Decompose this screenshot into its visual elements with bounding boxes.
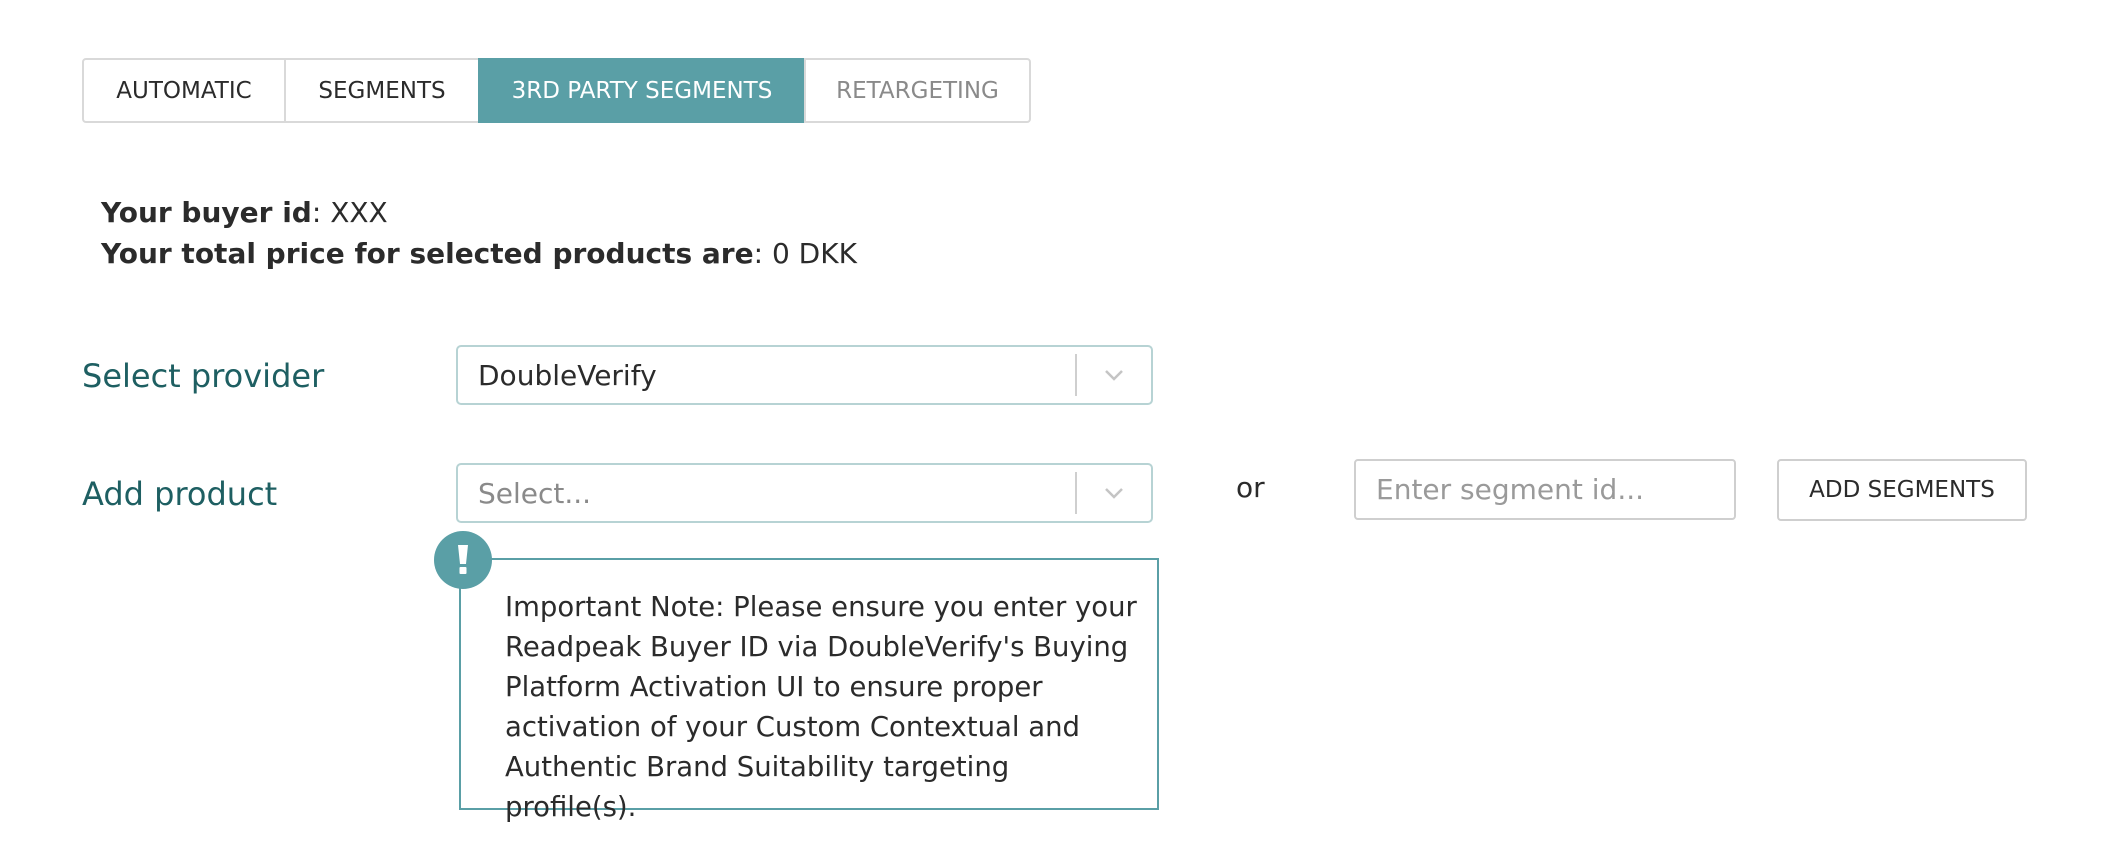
provider-select[interactable]: DoubleVerify (456, 345, 1153, 405)
buyer-id-value: : XXX (311, 196, 388, 229)
provider-select-value: DoubleVerify (478, 358, 657, 392)
add-product-label: Add product (82, 475, 278, 513)
product-select[interactable]: Select... (456, 463, 1153, 523)
add-segments-button[interactable]: ADD SEGMENTS (1777, 459, 2027, 521)
segment-id-input[interactable] (1354, 459, 1736, 520)
buyer-id-label: Your buyer id (101, 196, 312, 229)
targeting-tabs: AUTOMATIC SEGMENTS 3RD PARTY SEGMENTS RE… (82, 58, 1031, 123)
total-price-line: Your total price for selected products a… (101, 233, 857, 274)
exclamation-icon (434, 531, 492, 589)
important-note: Important Note: Please ensure you enter … (459, 558, 1159, 823)
tab-automatic[interactable]: AUTOMATIC (82, 58, 286, 123)
tab-segments[interactable]: SEGMENTS (284, 58, 480, 123)
chevron-down-icon[interactable] (1077, 347, 1151, 403)
total-price-label: Your total price for selected products a… (101, 237, 754, 270)
product-select-placeholder: Select... (478, 476, 592, 510)
tab-3rd-party-segments[interactable]: 3RD PARTY SEGMENTS (478, 58, 806, 123)
select-provider-label: Select provider (82, 357, 325, 395)
important-note-text: Important Note: Please ensure you enter … (505, 591, 1137, 823)
buyer-id-line: Your buyer id: XXX (101, 192, 857, 233)
total-price-value: : 0 DKK (753, 237, 857, 270)
tab-retargeting[interactable]: RETARGETING (804, 58, 1031, 123)
or-text: or (1236, 471, 1265, 504)
chevron-down-icon[interactable] (1077, 465, 1151, 521)
buyer-info: Your buyer id: XXX Your total price for … (101, 192, 857, 274)
